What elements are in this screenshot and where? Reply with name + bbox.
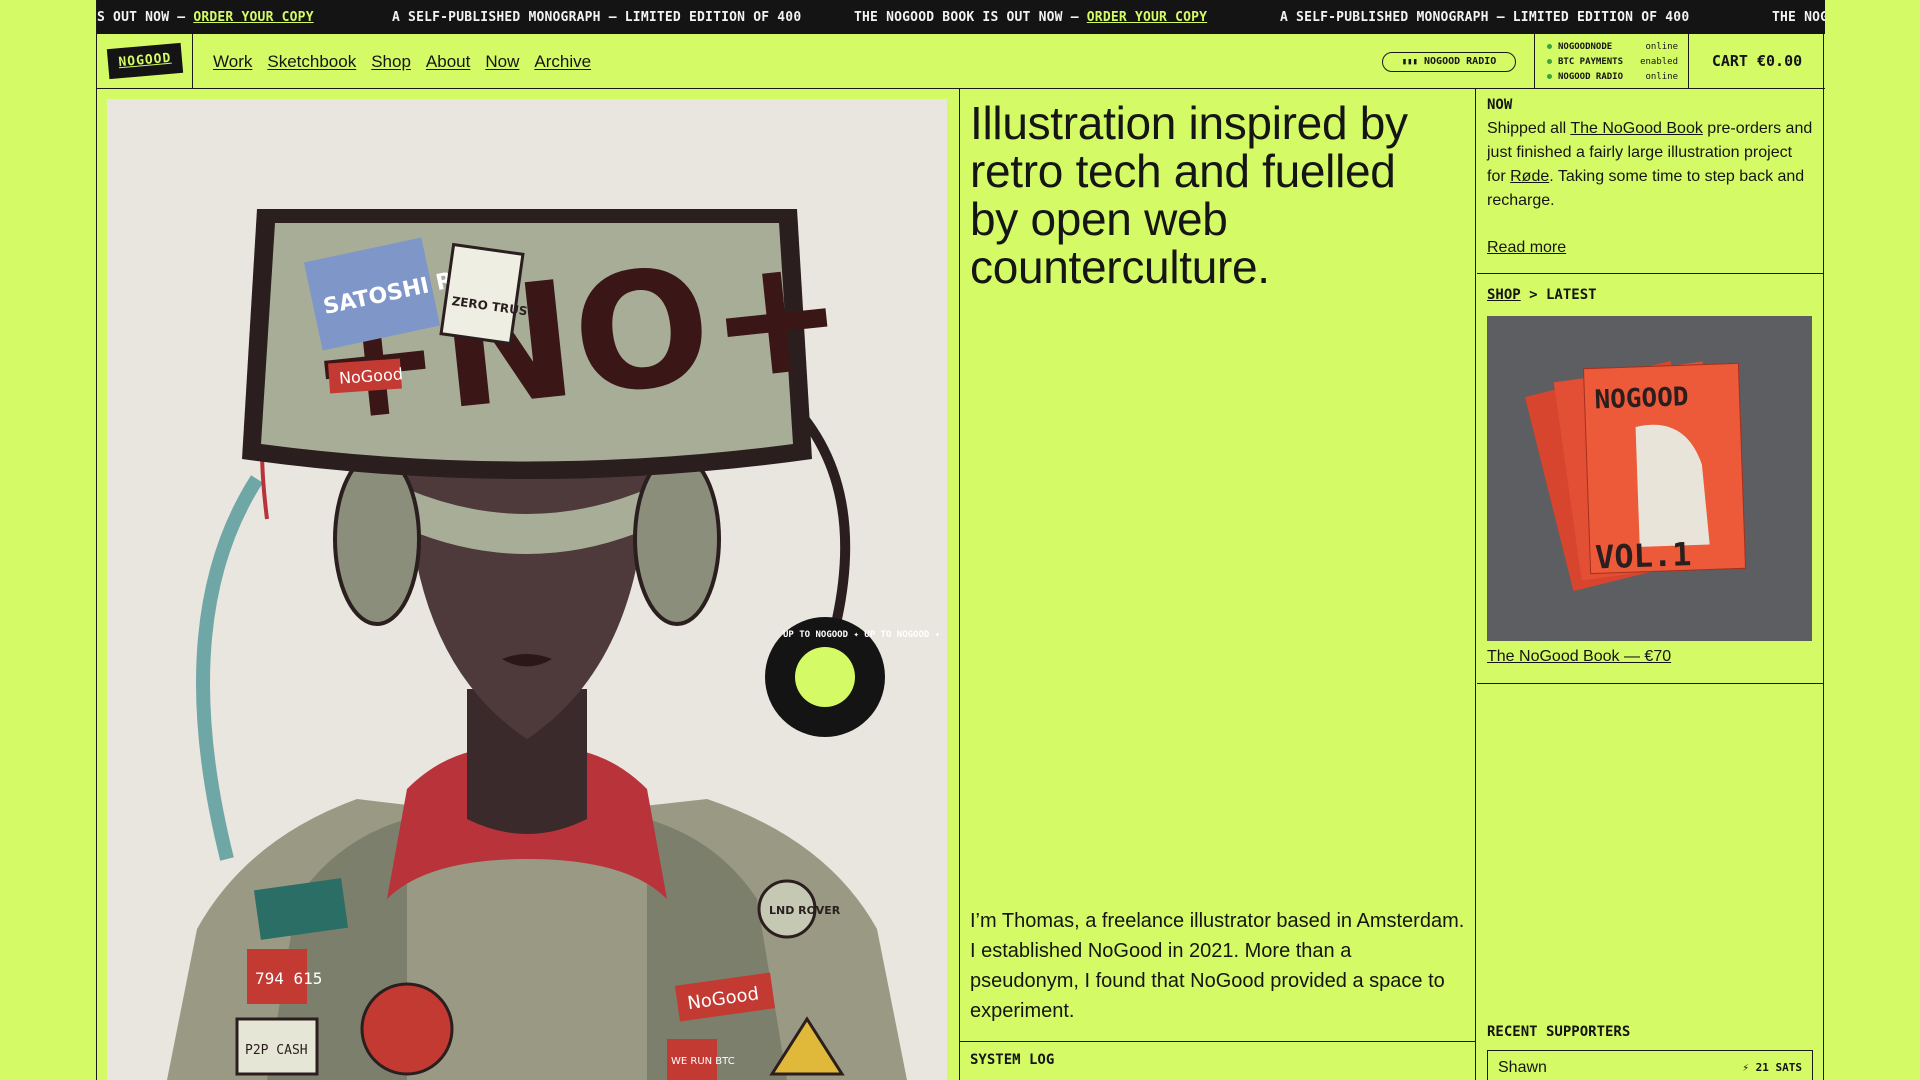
svg-text:794 615: 794 615 [255,969,322,988]
supporter-name: Shawn [1498,1058,1547,1076]
ticker-item: A SELF-PUBLISHED MONOGRAPH — LIMITED EDI… [392,10,802,25]
nav-about[interactable]: About [426,52,470,72]
status-name: NOGOODNODE [1558,41,1613,52]
ticker-item: THE NOG [1772,10,1825,25]
page-headline: Illustration inspired by retro tech and … [970,97,1408,293]
radio-button[interactable]: ▮▮▮ NOGOOD RADIO [1382,52,1516,72]
intro-bio: I’m Thomas, a freelance illustrator base… [970,910,1465,1022]
logo-cell: NOGOOD [97,34,193,89]
svg-text:P2P CASH: P2P CASH [245,1043,308,1058]
status-name: NOGOOD RADIO [1558,71,1624,82]
nav-archive[interactable]: Archive [534,52,591,72]
site-header: NOGOOD Work Sketchbook Shop About Now Ar… [97,34,1825,89]
status-row: BTC PAYMENTS enabled [1547,54,1678,69]
online-dot-icon [1547,59,1552,64]
online-dot-icon [1547,44,1552,49]
read-more-link[interactable]: Read more [1487,239,1566,257]
now-text: Shipped all The NoGood Book pre-orders a… [1487,120,1813,209]
supporters-label: RECENT SUPPORTERS [1487,1024,1631,1040]
cart-button[interactable]: CART €0.00 [1689,34,1825,89]
status-state: enabled [1640,56,1678,67]
page-frame: S OUT NOW — ORDER YOUR COPY A SELF-PUBLI… [96,0,1825,1080]
illustration-character: +NO+ SATOSHI RADIO ZERO TRUST NoGood UP … [167,209,941,1080]
rode-link[interactable]: Røde [1510,168,1549,185]
nav-sketchbook[interactable]: Sketchbook [267,52,356,72]
nav-work[interactable]: Work [213,52,252,72]
recent-supporters: RECENT SUPPORTERS Shawn ⚡ 21 SATS [1487,1024,1813,1080]
svg-text:WE RUN BTC: WE RUN BTC [671,1056,735,1067]
nav-shop[interactable]: Shop [371,52,411,72]
now-section: NOW Shipped all The NoGood Book pre-orde… [1477,89,1824,274]
status-row: NOGOODNODE online [1547,39,1678,54]
status-name: BTC PAYMENTS [1558,56,1624,67]
svg-text:VOL.1: VOL.1 [1594,535,1692,576]
now-label: NOW [1487,97,1513,113]
hero-illustration: +NO+ SATOSHI RADIO ZERO TRUST NoGood UP … [107,99,947,1080]
order-link[interactable]: ORDER YOUR COPY [1087,10,1207,25]
status-state: online [1645,41,1678,52]
system-log-header[interactable]: SYSTEM LOG [960,1041,1476,1080]
nogood-logo[interactable]: NOGOOD [106,42,184,80]
radio-button-label: NOGOOD RADIO [1424,56,1497,67]
status-state: online [1645,71,1678,82]
signal-bars-icon: ▮▮▮ [1401,57,1418,67]
shop-latest-section: SHOP > LATEST NOGOOD VOL.1 The NoGood Bo… [1477,275,1824,684]
announcement-ticker: S OUT NOW — ORDER YOUR COPY A SELF-PUBLI… [97,0,1825,34]
sidebar: NOW Shipped all The NoGood Book pre-orde… [1477,89,1824,1080]
svg-text:NOGOOD: NOGOOD [1594,382,1689,415]
svg-text:UP TO NOGOOD ✦ UP TO NOGOOD ✦: UP TO NOGOOD ✦ UP TO NOGOOD ✦ [783,630,941,640]
product-link[interactable]: The NoGood Book — €70 [1487,648,1671,666]
nogood-book-link[interactable]: The NoGood Book [1570,120,1703,137]
svg-text:LND ROVER: LND ROVER [769,904,841,917]
online-dot-icon [1547,74,1552,79]
book-cover-stack: NOGOOD VOL.1 [1525,360,1747,592]
service-status-panel: NOGOODNODE online BTC PAYMENTS enabled N… [1534,34,1689,89]
intro-column: Illustration inspired by retro tech and … [959,89,1476,1080]
shop-breadcrumb: SHOP > LATEST [1487,287,1597,303]
nav-now[interactable]: Now [485,52,519,72]
ticker-item: THE NOGOOD BOOK IS OUT NOW — ORDER YOUR … [854,10,1208,25]
ticker-item: S OUT NOW — ORDER YOUR COPY [97,10,314,25]
status-row: NOGOOD RADIO online [1547,69,1678,84]
main-nav: Work Sketchbook Shop About Now Archive [213,52,591,72]
order-link[interactable]: ORDER YOUR COPY [193,10,313,25]
product-image[interactable]: NOGOOD VOL.1 [1487,316,1812,641]
supporter-row: Shawn ⚡ 21 SATS [1487,1050,1813,1080]
ticker-item: A SELF-PUBLISHED MONOGRAPH — LIMITED EDI… [1280,10,1690,25]
shop-link[interactable]: SHOP [1487,287,1521,303]
supporter-amount: ⚡ 21 SATS [1742,1061,1802,1074]
